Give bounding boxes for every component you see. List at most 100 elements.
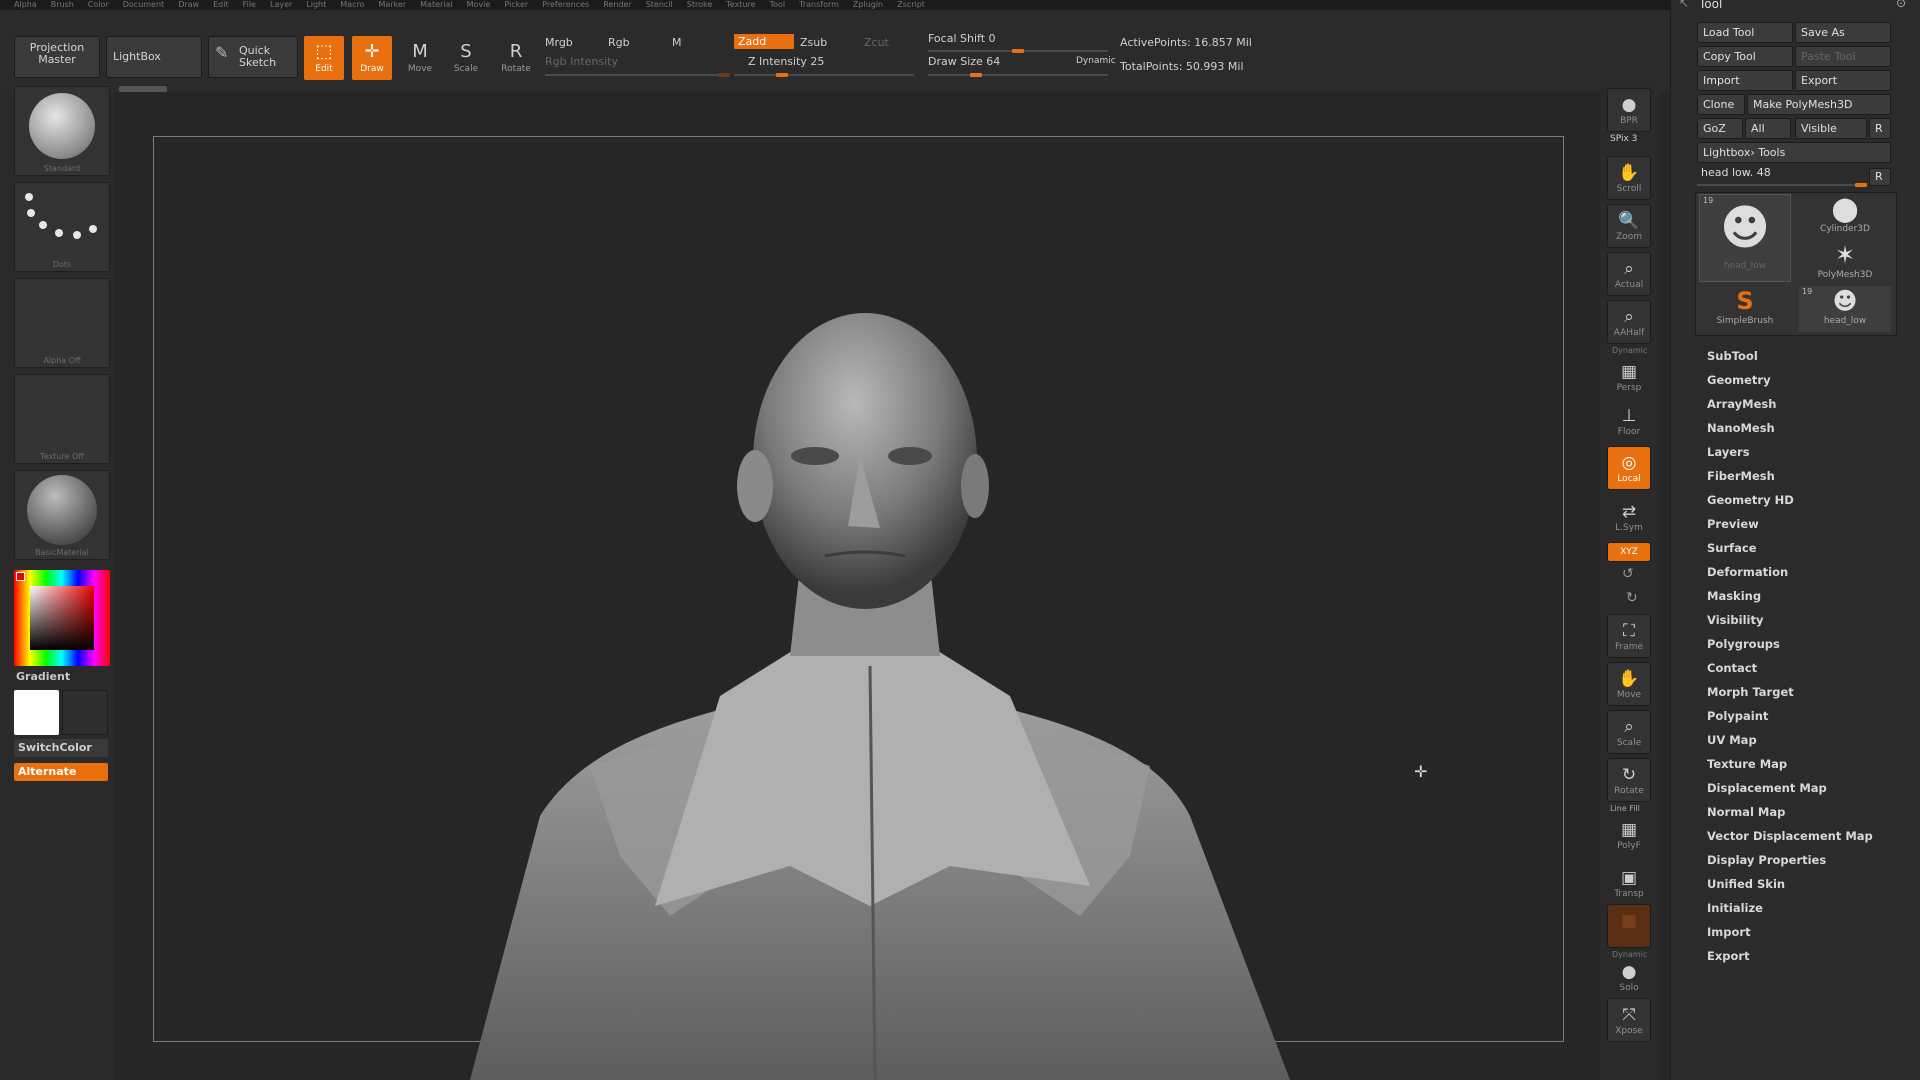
spix-slider[interactable]: SPix 3: [1610, 134, 1637, 144]
import-button[interactable]: Import: [1697, 70, 1793, 91]
switch-color-button[interactable]: SwitchColor: [14, 739, 108, 757]
ghost-button[interactable]: ■: [1607, 904, 1651, 948]
rotate-z-icon[interactable]: ↻: [1626, 590, 1638, 606]
mrgb-toggle[interactable]: Mrgb: [545, 36, 573, 49]
section-import[interactable]: Import: [1707, 925, 1751, 939]
frame-button[interactable]: ⛶ Frame: [1607, 614, 1651, 658]
section-initialize[interactable]: Initialize: [1707, 901, 1763, 915]
paste-tool-button[interactable]: Paste Tool: [1795, 46, 1891, 67]
current-tool-slider[interactable]: head low. 48: [1701, 166, 1771, 179]
focal-shift-knob[interactable]: [1012, 49, 1024, 53]
rotate-button[interactable]: ↻ Rotate: [1607, 758, 1651, 802]
goz-r-button[interactable]: R: [1869, 118, 1891, 139]
sculpted-head-model[interactable]: [470, 296, 1290, 1080]
menu-tool[interactable]: Tool: [770, 0, 786, 10]
section-uv-map[interactable]: UV Map: [1707, 733, 1757, 747]
menu-texture[interactable]: Texture: [726, 0, 755, 10]
actual-button[interactable]: ⌕ Actual: [1607, 252, 1651, 296]
menu-material[interactable]: Material: [420, 0, 453, 10]
bpr-button[interactable]: ● BPR: [1607, 88, 1651, 132]
section-nanomesh[interactable]: NanoMesh: [1707, 421, 1775, 435]
goz-button[interactable]: GoZ: [1697, 118, 1743, 139]
section-deformation[interactable]: Deformation: [1707, 565, 1788, 579]
rgb-intensity-knob[interactable]: [718, 73, 730, 77]
section-geometry-hd[interactable]: Geometry HD: [1707, 493, 1794, 507]
export-button[interactable]: Export: [1795, 70, 1891, 91]
persp-button[interactable]: ▦ Persp: [1607, 356, 1651, 400]
texture-picker[interactable]: Texture Off: [14, 374, 110, 464]
lightbox-button[interactable]: LightBox: [106, 36, 202, 78]
menu-brush[interactable]: Brush: [51, 0, 74, 10]
palette-close-icon[interactable]: ⊙: [1896, 0, 1906, 10]
edit-mode-button[interactable]: ⬚ Edit: [304, 36, 344, 80]
section-display-properties[interactable]: Display Properties: [1707, 853, 1826, 867]
current-tool-track[interactable]: [1697, 183, 1867, 187]
solo-button[interactable]: ● Solo: [1607, 956, 1651, 1000]
menu-marker[interactable]: Marker: [378, 0, 406, 10]
menu-edit[interactable]: Edit: [213, 0, 229, 10]
menu-color[interactable]: Color: [88, 0, 109, 10]
draw-mode-button[interactable]: ✛ Draw: [352, 36, 392, 80]
rgb-intensity-track[interactable]: [545, 73, 730, 77]
color-picker-handle[interactable]: [16, 572, 25, 581]
section-export[interactable]: Export: [1707, 949, 1750, 963]
canvas-scrollbar[interactable]: [119, 86, 167, 92]
zoom-button[interactable]: 🔍 Zoom: [1607, 204, 1651, 248]
z-intensity-knob[interactable]: [776, 73, 788, 77]
quick-sketch-button[interactable]: ✎ Quick Sketch: [208, 36, 298, 78]
section-polypaint[interactable]: Polypaint: [1707, 709, 1768, 723]
brush-picker[interactable]: Standard: [14, 86, 110, 176]
material-picker[interactable]: BasicMaterial: [14, 470, 110, 560]
aahalf-button[interactable]: ⌕ AAHalf: [1607, 300, 1651, 344]
menu-file[interactable]: File: [243, 0, 256, 10]
zcut-toggle[interactable]: Zcut: [864, 36, 889, 49]
dynamic-toggle[interactable]: Dynamic: [1076, 56, 1116, 66]
menu-layer[interactable]: Layer: [270, 0, 292, 10]
rgb-intensity-slider[interactable]: Rgb Intensity: [545, 55, 618, 68]
menu-draw[interactable]: Draw: [178, 0, 199, 10]
lightbox-tools-button[interactable]: Lightbox› Tools: [1697, 142, 1891, 163]
section-normal-map[interactable]: Normal Map: [1707, 805, 1785, 819]
z-intensity-slider[interactable]: Z Intensity 25: [748, 55, 824, 68]
zadd-toggle[interactable]: Zadd: [734, 34, 795, 49]
menu-document[interactable]: Document: [123, 0, 164, 10]
rgb-toggle[interactable]: Rgb: [608, 36, 630, 49]
z-intensity-track[interactable]: [734, 73, 914, 77]
tool-r-button[interactable]: R: [1869, 168, 1891, 186]
tool-thumb-polymesh[interactable]: ✶ PolyMesh3D: [1799, 240, 1891, 286]
section-polygroups[interactable]: Polygroups: [1707, 637, 1780, 651]
section-displacement-map[interactable]: Displacement Map: [1707, 781, 1827, 795]
main-color-swatch[interactable]: [14, 690, 59, 735]
section-geometry[interactable]: Geometry: [1707, 373, 1771, 387]
load-tool-button[interactable]: Load Tool: [1697, 22, 1793, 43]
menu-picker[interactable]: Picker: [504, 0, 528, 10]
menu-preferences[interactable]: Preferences: [542, 0, 589, 10]
projection-master-button[interactable]: Projection Master: [14, 36, 100, 78]
section-texture-map[interactable]: Texture Map: [1707, 757, 1787, 771]
transp-button[interactable]: ▣ Transp: [1607, 862, 1651, 906]
tool-thumb-cylinder[interactable]: ⬤ Cylinder3D: [1799, 194, 1891, 240]
goz-visible-button[interactable]: Visible: [1795, 118, 1867, 139]
section-vector-displacement-map[interactable]: Vector Displacement Map: [1707, 829, 1873, 843]
scale-mode-button[interactable]: S Scale: [446, 36, 486, 80]
menu-macro[interactable]: Macro: [340, 0, 364, 10]
polyf-button[interactable]: ▦ PolyF: [1607, 814, 1651, 858]
menu-transform[interactable]: Transform: [799, 0, 839, 10]
tool-thumb-head-low[interactable]: 19 ☻ head_low: [1699, 194, 1791, 282]
draw-size-knob[interactable]: [970, 73, 982, 77]
section-masking[interactable]: Masking: [1707, 589, 1761, 603]
section-layers[interactable]: Layers: [1707, 445, 1750, 459]
menu-zplugin[interactable]: Zplugin: [853, 0, 883, 10]
stroke-picker[interactable]: Dots: [14, 182, 110, 272]
secondary-color-swatch[interactable]: [62, 690, 108, 735]
move-mode-button[interactable]: M Move: [400, 36, 440, 80]
menu-zscript[interactable]: Zscript: [897, 0, 925, 10]
section-morph-target[interactable]: Morph Target: [1707, 685, 1794, 699]
current-tool-knob[interactable]: [1855, 183, 1867, 187]
save-as-button[interactable]: Save As: [1795, 22, 1891, 43]
move-button[interactable]: ✋ Move: [1607, 662, 1651, 706]
draw-size-slider[interactable]: Draw Size 64: [928, 55, 1000, 68]
goz-all-button[interactable]: All: [1745, 118, 1791, 139]
alternate-button[interactable]: Alternate: [14, 763, 108, 781]
xpose-button[interactable]: ⤧ Xpose: [1607, 998, 1651, 1042]
